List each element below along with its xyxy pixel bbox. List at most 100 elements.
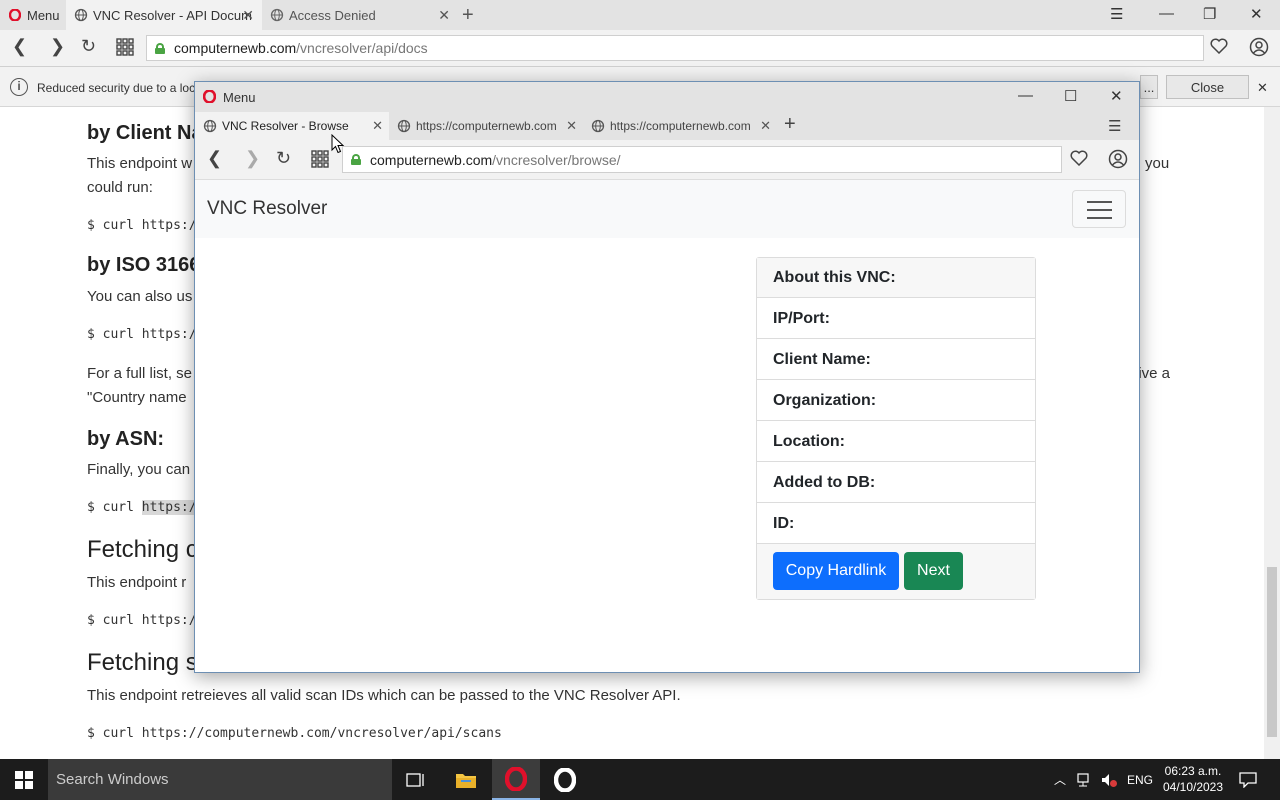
tab-menu-icon[interactable]: ☰ [1108, 117, 1121, 135]
hamburger-bar [1087, 209, 1112, 211]
opera-logo-icon [202, 89, 217, 106]
url-field[interactable]: computernewb.com/vncresolver/api/docs [146, 35, 1204, 61]
speed-dial-grid-icon[interactable] [311, 150, 329, 173]
taskbar-search-box[interactable]: Search Windows [48, 759, 392, 800]
language-indicator[interactable]: ENG [1127, 759, 1153, 800]
hamburger-bar [1087, 201, 1112, 203]
site-brand[interactable]: VNC Resolver [207, 198, 327, 220]
popup-menu-label[interactable]: Menu [223, 90, 256, 105]
opera-logo-icon [8, 8, 22, 22]
close-tab-icon[interactable]: ✕ [563, 118, 577, 134]
notification-icon[interactable] [1239, 759, 1257, 800]
page-scrollbar[interactable] [1264, 107, 1280, 759]
restore-icon[interactable]: ❐ [1203, 5, 1216, 23]
lock-icon [155, 42, 165, 54]
tab-computernewb-1[interactable]: https://computernewb.com ✕ [389, 112, 583, 140]
url-path: /vncresolver/browse/ [492, 151, 621, 168]
site-navbar: VNC Resolver [195, 180, 1139, 238]
new-tab-plus-icon[interactable]: + [784, 113, 796, 136]
account-icon[interactable] [1108, 149, 1128, 174]
close-tab-icon[interactable]: ✕ [242, 7, 254, 24]
globe-icon [74, 8, 88, 22]
tab-vnc-browse[interactable]: VNC Resolver - Browse ✕ [195, 112, 389, 140]
speed-dial-grid-icon[interactable] [116, 38, 134, 61]
selected-code-text: https:/ [141, 500, 197, 515]
popup-title-bar[interactable]: Menu — ☐ ✕ [195, 82, 1139, 112]
info-row-organization: Organization: [757, 380, 1035, 421]
url-field[interactable]: computernewb.com/vncresolver/browse/ [342, 146, 1062, 173]
volume-muted-icon[interactable] [1100, 759, 1118, 800]
tab-label: https://computernewb.com [610, 119, 751, 133]
menu-label: Menu [27, 7, 60, 23]
url-path: /vncresolver/api/docs [296, 40, 428, 56]
task-view-icon[interactable] [392, 759, 440, 800]
doc-paragraph: This endpoint retreieves all valid scan … [87, 687, 681, 704]
background-address-bar: ❮ ❯ ↻ computernewb.com/vncresolver/api/d… [0, 30, 1280, 67]
background-tab-bar: Menu VNC Resolver - API Docum ✕ Access D… [0, 0, 1280, 30]
heart-bookmark-icon[interactable] [1210, 38, 1228, 59]
tab-menu-icon[interactable]: ☰ [1110, 5, 1123, 23]
code-prefix: $ curl [87, 500, 142, 515]
info-bar-close-button[interactable]: Close [1166, 75, 1249, 99]
code-sample: $ curl https:/ [87, 613, 197, 628]
start-button[interactable] [0, 759, 48, 800]
opera-taskbar-icon-2[interactable] [541, 759, 589, 800]
hamburger-menu-button[interactable] [1072, 190, 1126, 228]
globe-icon [591, 119, 605, 133]
opera-menu-button[interactable]: Menu [0, 0, 66, 30]
back-arrow-icon[interactable]: ❮ [207, 148, 222, 169]
tray-chevron-up-icon[interactable]: ︿ [1054, 759, 1066, 800]
vnc-info-card: About this VNC: IP/Port: Client Name: Or… [756, 257, 1036, 600]
scrollbar-thumb[interactable] [1267, 567, 1277, 737]
doc-paragraph: "Country name [87, 389, 187, 406]
close-window-icon[interactable]: ✕ [1110, 87, 1123, 105]
security-warning-text: Reduced security due to a loc [37, 81, 196, 95]
info-row-id: ID: [757, 503, 1035, 544]
account-icon[interactable] [1249, 37, 1269, 62]
globe-icon [203, 119, 217, 133]
card-header: About this VNC: [757, 258, 1035, 298]
clock-time: 06:23 a.m. [1164, 764, 1222, 778]
tab-label: https://computernewb.com [416, 119, 557, 133]
taskbar-clock[interactable]: 06:23 a.m. 04/10/2023 [1158, 763, 1228, 795]
forward-arrow-icon[interactable]: ❯ [245, 148, 260, 169]
back-arrow-icon[interactable]: ❮ [12, 36, 27, 57]
minimize-icon[interactable]: — [1159, 5, 1174, 22]
network-icon[interactable] [1076, 759, 1094, 800]
tab-computernewb-2[interactable]: https://computernewb.com ✕ [583, 112, 777, 140]
tab-label: VNC Resolver - API Docum [93, 7, 252, 23]
reload-icon[interactable]: ↻ [81, 36, 96, 57]
doc-paragraph: For a full list, se [87, 365, 193, 382]
doc-paragraph: could run: [87, 179, 153, 196]
tab-access-denied[interactable]: Access Denied ✕ [262, 0, 458, 30]
close-tab-icon[interactable]: ✕ [369, 118, 383, 134]
next-button[interactable]: Next [904, 552, 963, 590]
new-tab-plus-icon[interactable]: + [462, 4, 474, 27]
tab-label: VNC Resolver - Browse [222, 119, 349, 133]
info-row-ip-port: IP/Port: [757, 298, 1035, 339]
tab-api-docs[interactable]: VNC Resolver - API Docum ✕ [66, 0, 262, 30]
info-row-added-to-db: Added to DB: [757, 462, 1035, 503]
maximize-icon[interactable]: ☐ [1064, 87, 1077, 105]
heading-fetching-scans: Fetching s [87, 649, 198, 676]
minimize-icon[interactable]: — [1018, 87, 1033, 104]
copy-hardlink-button[interactable]: Copy Hardlink [773, 552, 899, 590]
dismiss-info-bar-icon[interactable]: ✕ [1257, 80, 1268, 96]
info-bar-partial-button[interactable]: ... [1140, 75, 1158, 99]
heading-fetching: Fetching c [87, 536, 198, 563]
lock-icon [351, 154, 361, 165]
opera-taskbar-icon[interactable] [492, 759, 540, 800]
hamburger-bar [1087, 217, 1112, 219]
mouse-cursor-icon [331, 133, 345, 159]
forward-arrow-icon[interactable]: ❯ [50, 36, 65, 57]
close-window-icon[interactable]: ✕ [1250, 5, 1263, 23]
code-sample: $ curl https:/ [87, 327, 197, 342]
heart-bookmark-icon[interactable] [1070, 150, 1088, 171]
close-tab-icon[interactable]: ✕ [438, 7, 450, 24]
file-explorer-icon[interactable] [442, 759, 490, 800]
info-row-location: Location: [757, 421, 1035, 462]
reload-icon[interactable]: ↻ [276, 148, 291, 169]
close-tab-icon[interactable]: ✕ [757, 118, 771, 134]
doc-paragraph-tail: you [1145, 155, 1170, 172]
popup-browser-window: Menu — ☐ ✕ VNC Resolver - Browse ✕ https… [194, 81, 1140, 673]
